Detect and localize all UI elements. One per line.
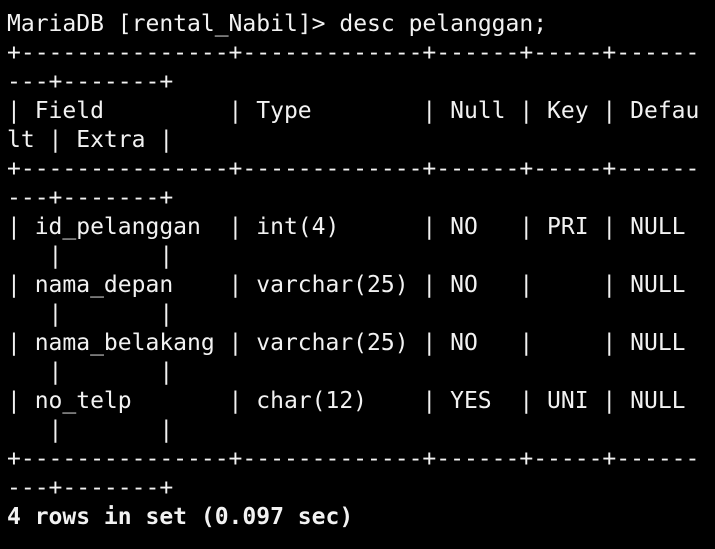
table-row: | id_pelanggan | int(4) | NO | PRI | NUL… [7,214,686,240]
prompt: MariaDB [rental_Nabil]> [7,11,340,37]
terminal-window[interactable]: MariaDB [rental_Nabil]> desc pelanggan; … [0,0,715,549]
result-table: +---------------+-------------+------+--… [7,39,715,503]
command-line: MariaDB [rental_Nabil]> desc pelanggan; [7,10,715,39]
table-border: ---+-------+ [7,185,174,211]
table-border: +---------------+-------------+------+--… [7,446,700,472]
command-text: desc pelanggan; [339,11,548,37]
table-row: | | [7,243,174,269]
table-row: | | [7,359,174,385]
table-border: ---+-------+ [7,475,174,501]
table-row: | no_telp | char(12) | YES | UNI | NULL [7,388,686,414]
table-row: | | [7,301,174,327]
table-row: | | [7,417,174,443]
table-border: +---------------+-------------+------+--… [7,40,700,66]
table-header: | Field | Type | Null | Key | Defau [7,98,700,124]
table-row: | nama_depan | varchar(25) | NO | | NULL [7,272,686,298]
table-border: ---+-------+ [7,69,174,95]
table-border: +---------------+-------------+------+--… [7,156,700,182]
table-header: lt | Extra | [7,127,174,153]
result-summary: 4 rows in set (0.097 sec) [7,504,354,530]
table-row: | nama_belakang | varchar(25) | NO | | N… [7,330,686,356]
